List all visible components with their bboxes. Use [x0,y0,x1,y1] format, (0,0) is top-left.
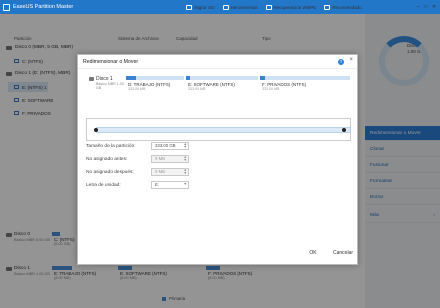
spinner-icon[interactable]: ▲ ▼ [184,168,187,175]
dialog-disk-strip: Disco 1 Básico MBR 1.00 GB D: TRABAJO (N… [86,73,351,98]
spinner-icon[interactable]: ▲ ▼ [184,155,187,162]
dialog-title: Redimensionar o Mover [78,55,357,69]
help-icon[interactable]: ? [338,59,344,65]
cancel-button[interactable]: Cancelar [328,246,358,260]
tools-button[interactable]: Herramientas [222,4,258,10]
close-window-icon[interactable]: ✕ [430,4,438,10]
resize-slider[interactable] [86,118,351,141]
minimize-icon[interactable]: – [414,4,422,10]
close-icon[interactable]: × [349,57,353,63]
recommend-button[interactable]: Recomendado [324,4,362,10]
migrate-os-button[interactable]: Migrar SO [186,4,215,10]
recommend-icon [324,4,331,10]
maximize-icon[interactable]: □ [422,4,430,10]
left-resize-handle[interactable] [94,128,98,132]
resize-move-dialog: Redimensionar o Mover ? × Disco 1 Básico… [77,54,358,265]
spinner-icon[interactable]: ▲ ▼ [184,142,187,149]
unallocated-before-field[interactable]: 0 MB ▲ ▼ [151,155,189,163]
dialog-partition[interactable]: D: TRABAJO (NTFS) 333.00 MB [126,76,184,96]
app-title: EaseUS Partition Master [13,4,74,10]
partition-usage-fill [126,76,137,80]
app-logo-icon [3,3,10,11]
migrate-os-icon [186,4,192,10]
partition-extent[interactable] [96,127,351,133]
dialog-partition[interactable]: F: PRIVADOS (NTFS) 333.00 MB [260,76,350,96]
toolbar: Migrar SO Herramientas Recuperación WinP… [186,0,370,14]
resize-track [91,125,351,135]
partition-size-row: Tamaño de la partición: 333.00 GB ▲ ▼ [86,142,189,150]
chevron-down-icon: ▼ [183,182,187,186]
window-controls: – □ ✕ [414,0,438,14]
ok-button[interactable]: OK [299,246,327,260]
partition-size-field[interactable]: 333.00 GB ▲ ▼ [151,142,189,150]
dialog-partition[interactable]: E: SOFTWARE (NTFS) 333.00 MB [186,76,258,96]
drive-letter-row: Letra de unidad: E: ▼ [86,181,189,189]
unallocated-after-field[interactable]: 0 MB ▲ ▼ [151,168,189,176]
unallocated-before-row: No asignado antes: 0 MB ▲ ▼ [86,155,189,163]
hard-disk-icon [89,77,94,81]
winpe-button[interactable]: Recuperación WinPE [265,4,316,10]
tools-icon [222,4,229,10]
unallocated-after-row: No asignado después: 0 MB ▲ ▼ [86,168,189,176]
right-resize-handle[interactable] [342,128,346,132]
drive-letter-select[interactable]: E: ▼ [151,181,189,189]
winpe-icon [265,4,272,10]
partition-usage-fill [186,76,191,80]
dialog-disk-info: Disco 1 Básico MBR 1.00 GB [86,73,126,98]
partition-usage-fill [260,76,265,80]
